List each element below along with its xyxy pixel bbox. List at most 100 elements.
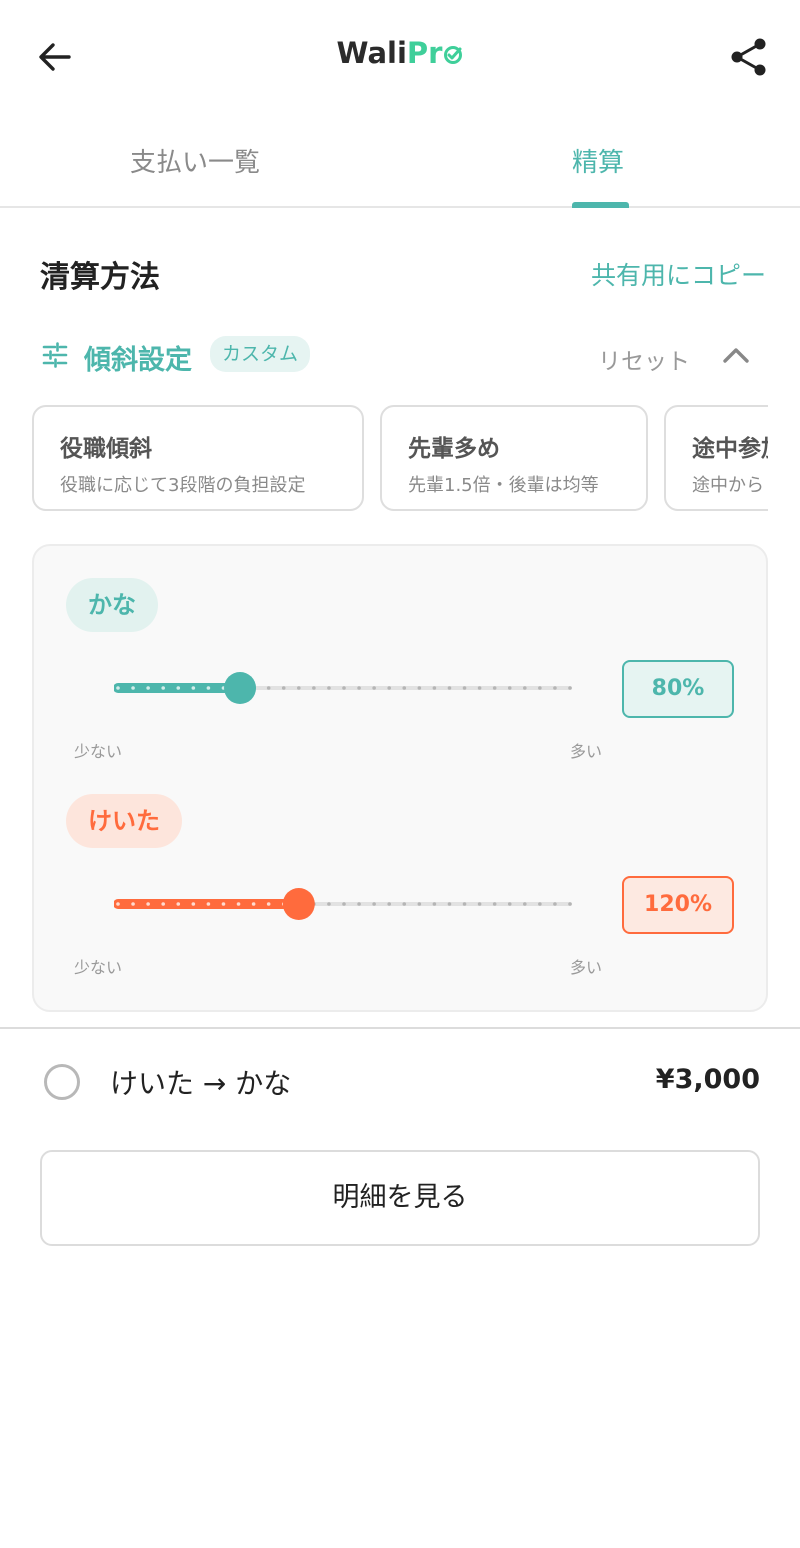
weight-slider[interactable] [114,664,574,712]
preset-title: 途中参加 [692,436,768,462]
section-divider [0,1027,800,1029]
slider-tick [342,686,346,690]
slider-tick [402,902,407,906]
slider-tick [236,902,241,906]
slider-tick [492,686,497,690]
slider-tick [131,686,135,690]
slider-tick [266,686,271,690]
member-slider-row: かな 80% 少ない 多い [34,578,770,778]
copy-for-share-link[interactable]: 共有用にコピー [591,256,766,292]
slider-tick [221,902,226,906]
settlement-direction: けいた → かな [110,1067,292,1100]
slider-tick [553,902,557,906]
slider-tick [312,686,316,690]
slider-tick [538,902,542,906]
slider-tick [191,902,196,906]
chevron-up-icon[interactable] [720,340,752,372]
tab-bar: 支払い一覧 精算 [0,112,800,208]
slider-tick [251,902,256,906]
app-logo: WaliPr [0,36,800,70]
preset-card-senior[interactable]: 先輩多め 先輩1.5倍・後輩は均等 [380,405,648,511]
slider-tick [492,902,497,906]
slider-tick [507,686,512,690]
slider-tick [176,686,181,690]
reset-button[interactable]: リセット [598,342,690,376]
slider-tick [462,902,467,906]
slider-thumb[interactable] [224,672,257,704]
slider-tick [538,686,542,690]
slider-tick [523,686,527,690]
preset-card-position[interactable]: 役職傾斜 役職に応じて3段階の負担設定 [32,405,364,511]
preset-description: 途中から [692,475,764,496]
slider-tick [146,686,150,690]
slider-tick [568,686,572,690]
slider-tick [432,902,437,906]
slider-tick [432,686,437,690]
slider-tick [553,686,557,690]
tab-settlement[interactable]: 精算 [572,142,624,179]
weight-percent[interactable]: 120% [622,876,734,934]
slider-thumb[interactable] [282,888,315,920]
logo-accent-text: Pr [406,36,443,70]
scale-high-label: 多い [570,742,603,761]
slider-tick [568,902,572,906]
scale-low-label: 少ない [74,742,123,761]
share-button[interactable] [724,32,774,82]
member-slider-row: けいた 120% 少ない 多い [34,794,770,994]
slider-tick [116,686,120,690]
preset-card-midjoin[interactable]: 途中参加 途中から [664,405,768,511]
slider-tick [116,902,120,906]
slider-tick [387,686,392,690]
settlement-item[interactable]: けいた → かな ¥3,000 [0,1048,800,1118]
slider-track[interactable] [114,880,574,928]
slider-tick [327,902,331,906]
slider-tick [462,686,467,690]
slider-tick [161,902,165,906]
slider-tick [297,686,301,690]
slider-track[interactable] [114,664,574,712]
preset-description: 役職に応じて3段階の負担設定 [60,475,306,496]
gradient-title: 傾斜設定 [84,345,192,376]
slider-tick [372,686,376,690]
slider-tick [372,902,376,906]
slider-tick [206,902,211,906]
section-title: 清算方法 [40,260,160,295]
preset-list: 役職傾斜 役職に応じて3段階の負担設定 先輩多め 先輩1.5倍・後輩は均等 途中… [32,405,768,513]
scale-high-label: 多い [570,958,603,977]
slider-tick [507,902,512,906]
view-details-button[interactable]: 明細を見る [40,1150,760,1246]
slider-tick [266,902,271,906]
slider-tick [477,686,482,690]
weight-slider[interactable] [114,880,574,928]
member-name: けいた [66,794,182,848]
weight-percent[interactable]: 80% [622,660,734,718]
active-tab-indicator [572,202,629,208]
slider-tick [477,902,482,906]
settlement-amount: ¥3,000 [655,1064,760,1095]
app-header: WaliPr [0,0,800,112]
slider-tick [146,902,150,906]
slider-tick [131,902,135,906]
preset-title: 先輩多め [408,436,500,462]
preset-title: 役職傾斜 [60,436,152,462]
slider-tick [402,686,407,690]
slider-tick [523,902,527,906]
share-icon [731,38,766,76]
slider-tick [417,902,422,906]
slider-tick [327,686,331,690]
slider-tick [447,686,452,690]
slider-tick [357,686,361,690]
member-name: かな [66,578,158,632]
slider-tick [417,686,422,690]
settled-radio[interactable] [44,1064,80,1100]
gradient-settings-row: 傾斜設定 カスタム リセット [40,336,770,376]
tab-payment-list[interactable]: 支払い一覧 [130,142,260,179]
slider-tick [342,902,346,906]
member-weight-panel: かな 80% 少ない 多い けいた 120% 少ない 多い [32,544,768,1012]
check-circle-icon [444,46,463,64]
slider-tick [191,686,196,690]
slider-tick [281,686,286,690]
slider-tick [387,902,392,906]
scale-low-label: 少ない [74,958,123,977]
preset-description: 先輩1.5倍・後輩は均等 [408,475,599,496]
